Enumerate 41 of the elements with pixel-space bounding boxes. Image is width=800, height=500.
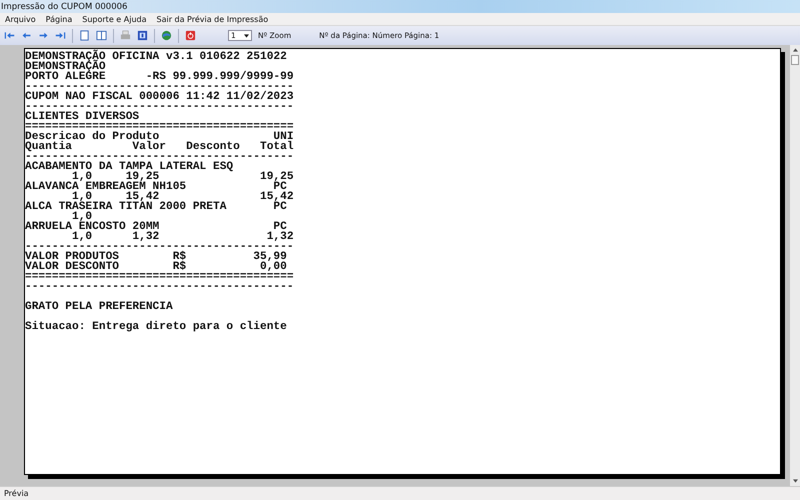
receipt-line: Situacao: Entrega direto para o cliente: [25, 321, 287, 333]
receipt-line: Quantia Valor Desconto Total: [25, 141, 294, 153]
receipt-line: ----------------------------------------: [25, 151, 294, 163]
receipt-line: DEMONSTRAÇÃO: [25, 61, 106, 73]
window-title: Impressão do CUPOM 000006: [1, 2, 128, 12]
scroll-down-icon[interactable]: [792, 479, 798, 483]
receipt-line: CUPOM NAO FISCAL 000006 11:42 11/02/2023: [25, 91, 294, 103]
receipt-line: ----------------------------------------: [25, 281, 294, 293]
caret-icon: [244, 34, 249, 38]
receipt-line: ALAVANCA EMBREAGEM NH105 PC: [25, 181, 287, 193]
receipt-line: 1,0 19,25 19,25: [72, 171, 294, 183]
single-page-icon[interactable]: [79, 30, 90, 41]
receipt-line: CLIENTES DIVERSOS: [25, 111, 140, 123]
window-icon[interactable]: [137, 30, 148, 41]
receipt-line: ========================================: [25, 271, 294, 283]
receipt-line: ----------------------------------------: [25, 101, 294, 113]
previous-page-icon[interactable]: [21, 30, 32, 41]
power-icon[interactable]: [185, 30, 196, 41]
globe-icon[interactable]: [161, 30, 172, 41]
status-text: Prévia: [4, 489, 29, 498]
printer-icon[interactable]: [120, 30, 131, 41]
last-page-icon[interactable]: [55, 30, 66, 41]
scroll-thumb[interactable]: [791, 55, 799, 65]
two-pages-icon[interactable]: [96, 30, 107, 41]
receipt-line: ACABAMENTO DA TAMPA LATERAL ESQ: [25, 161, 234, 173]
menu-item[interactable]: Arquivo: [5, 14, 36, 24]
receipt-line: 1,0: [72, 211, 92, 223]
next-page-icon[interactable]: [38, 30, 49, 41]
receipt-line: VALOR DESCONTO R$ 0,00: [25, 261, 287, 273]
receipt-line: PORTO ALEGRE -RS 99.999.999/9999-99: [25, 71, 294, 83]
receipt-line: DEMONSTRAÇÃO OFICINA v3.1 010622 251022: [25, 51, 287, 63]
receipt-line: ARRUELA ENCOSTO 20MM PC: [25, 221, 287, 233]
menu-item[interactable]: Suporte e Ajuda: [82, 14, 146, 24]
receipt-line: 1,0 15,42 15,42: [72, 191, 294, 203]
receipt-line: ALCA TRASEIRA TITAN 2000 PRETA PC: [25, 201, 287, 213]
scroll-up-icon[interactable]: [792, 48, 798, 52]
first-page-icon[interactable]: [4, 30, 15, 41]
receipt-line: 1,0 1,32 1,32: [70, 231, 294, 243]
receipt-line: GRATO PELA PREFERENCIA: [25, 301, 173, 313]
menu-item[interactable]: Página: [46, 14, 72, 24]
menu-item[interactable]: Sair da Prévia de Impressão: [156, 14, 268, 24]
